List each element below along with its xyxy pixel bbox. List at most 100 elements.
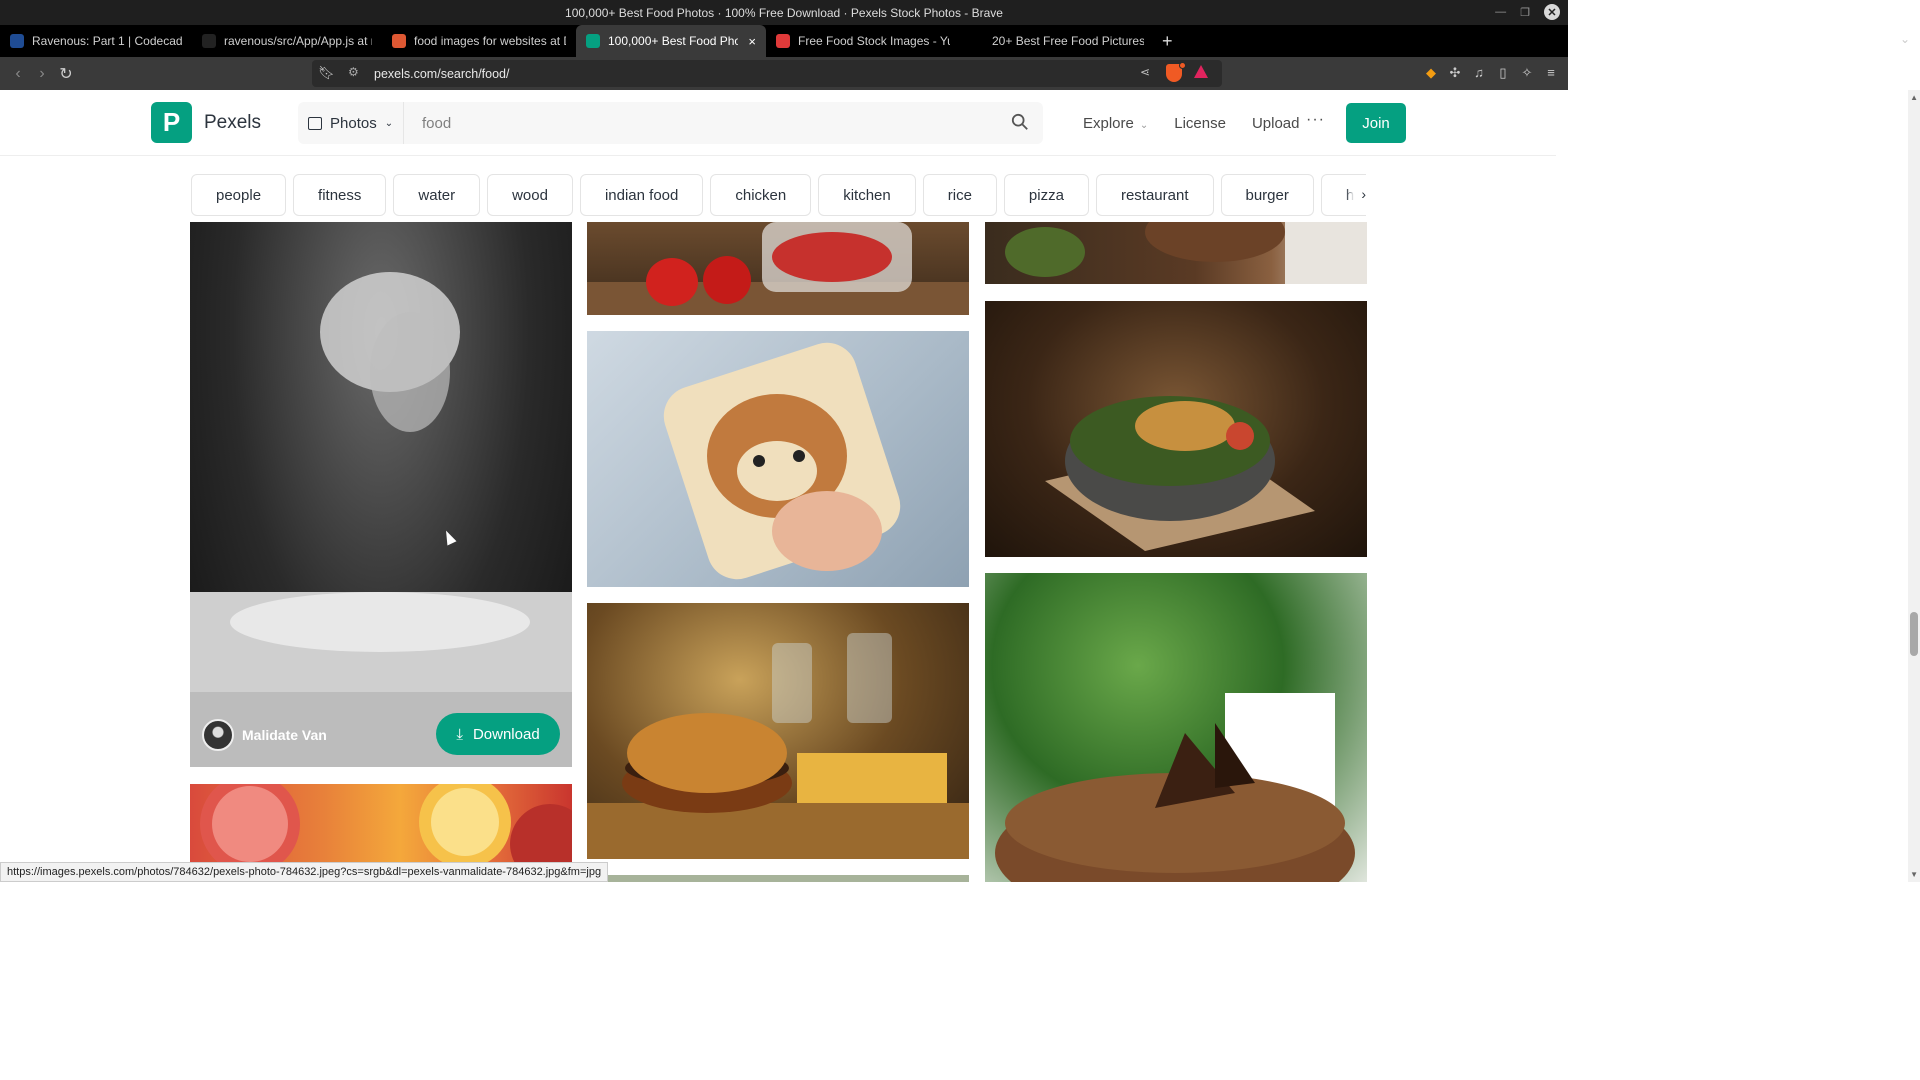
maximize-icon[interactable]: ❐ (1520, 6, 1530, 19)
explore-label: Explore (1083, 115, 1134, 132)
navigation-bar: ‹ › ↻ 🔖︎ ⚙︎ pexels.com/search/food/ ⋖ ◆ … (0, 57, 1568, 90)
pexels-logo[interactable]: P (151, 102, 192, 143)
burger-image (587, 633, 969, 859)
tab-title: food images for websites at Du (414, 34, 566, 48)
photo-flour-hands[interactable]: Malidate Van ⤓ Download (190, 222, 572, 767)
media-type-label: Photos (330, 114, 377, 132)
window-title: 100,000+ Best Food Photos · 100% Free Do… (565, 5, 1003, 20)
photo-strawberries[interactable] (587, 222, 969, 315)
site-info-icon[interactable]: ⚙︎ (348, 65, 359, 79)
tab-title: 100,000+ Best Food Photos (608, 34, 739, 48)
photo-herbs[interactable] (985, 222, 1367, 284)
status-bar-url: https://images.pexels.com/photos/784632/… (0, 862, 609, 882)
tab-1[interactable]: ravenous/src/App/App.js at mai (192, 25, 382, 57)
tab-list-icon[interactable]: ⌄ (1900, 32, 1910, 46)
tab-3[interactable]: 100,000+ Best Food Photos × (576, 25, 766, 57)
chevron-down-icon: ⌄ (1139, 120, 1149, 131)
chip-restaurant[interactable]: restaurant (1095, 174, 1214, 216)
avatar (202, 719, 234, 751)
search-bar: Photos ⌄ (298, 102, 1043, 144)
tab-title: 20+ Best Free Food Pictures on (992, 34, 1144, 48)
share-icon[interactable]: ⋖ (1140, 65, 1150, 79)
explore-link[interactable]: Explore ⌄ (1083, 115, 1148, 132)
menu-icon[interactable]: ≡ (1544, 65, 1558, 81)
address-bar[interactable]: 🔖︎ ⚙︎ pexels.com/search/food/ ⋖ (312, 60, 1222, 87)
herbs-image (1005, 222, 1367, 284)
tab-title: Free Food Stock Images - Yum Y (798, 34, 950, 48)
back-icon[interactable]: ‹ (6, 65, 30, 83)
web-page: P Pexels Photos ⌄ Explore ⌄ License Uploa… (0, 90, 1556, 882)
window-controls: — ❐ ✕ (1495, 4, 1560, 20)
blank-icon (970, 34, 984, 48)
header-nav: Explore ⌄ License Upload (1083, 115, 1326, 132)
download-button[interactable]: ⤓ Download (436, 713, 560, 755)
tab-title: Ravenous: Part 1 | Codecademy (32, 34, 182, 48)
codecademy-icon (10, 34, 24, 48)
download-label: Download (472, 725, 540, 743)
join-button[interactable]: Join (1346, 103, 1406, 143)
new-tab-icon[interactable]: + (1162, 31, 1173, 52)
photo-chocolate-cake[interactable] (985, 573, 1367, 882)
chip-water[interactable]: water (393, 174, 481, 216)
photographer-credit[interactable]: Malidate Van (202, 719, 327, 751)
metamask-icon[interactable]: ◆ (1424, 65, 1438, 81)
chip-people[interactable]: people (191, 174, 287, 216)
chip-rice[interactable]: rice (922, 174, 997, 216)
scroll-up-icon[interactable]: ▲ (1910, 93, 1918, 102)
photo-next[interactable] (587, 875, 969, 882)
scrollbar-thumb[interactable] (1910, 612, 1918, 656)
tab-5[interactable]: 20+ Best Free Food Pictures on (960, 25, 1154, 57)
brave-rewards-icon[interactable] (1194, 65, 1208, 78)
duckduckgo-icon (392, 34, 406, 48)
chip-chicken[interactable]: chicken (710, 174, 812, 216)
search-icon[interactable] (1011, 113, 1029, 131)
photo-burger[interactable] (587, 603, 969, 859)
minimize-icon[interactable]: — (1495, 6, 1506, 18)
media-type-dropdown[interactable]: Photos ⌄ (298, 102, 404, 144)
chip-fitness[interactable]: fitness (293, 174, 387, 216)
tab-strip: Ravenous: Part 1 | Codecademy ravenous/sr… (0, 25, 1568, 57)
sidebar-icon[interactable]: ▯ (1496, 65, 1510, 81)
chip-pizza[interactable]: pizza (1003, 174, 1089, 216)
photo-toast[interactable] (587, 331, 969, 587)
window-titlebar: 100,000+ Best Food Photos · 100% Free Do… (0, 0, 1568, 25)
photo-salad[interactable] (985, 301, 1367, 557)
chip-indian-food[interactable]: indian food (579, 174, 704, 216)
strawberries-image (587, 222, 969, 315)
page-scrollbar[interactable]: ▲ ▼ (1908, 90, 1920, 882)
extensions-icon[interactable]: ✣ (1448, 65, 1462, 81)
image-icon (308, 116, 322, 130)
logo-text[interactable]: Pexels (204, 112, 261, 134)
close-icon[interactable]: ✕ (1544, 4, 1560, 20)
tab-4[interactable]: Free Food Stock Images - Yum Y (766, 25, 960, 57)
chevron-right-icon[interactable]: › (1346, 186, 1366, 202)
forward-icon[interactable]: › (30, 65, 54, 83)
url-text[interactable]: pexels.com/search/food/ (374, 67, 510, 81)
flour-hands-image (190, 272, 572, 767)
upload-link[interactable]: Upload (1252, 115, 1300, 132)
github-icon (202, 34, 216, 48)
leo-ai-icon[interactable]: ✧ (1520, 65, 1534, 81)
bookmark-icon[interactable]: 🔖︎ (318, 65, 335, 81)
cake-image (995, 693, 1355, 882)
reload-icon[interactable]: ↻ (54, 64, 78, 84)
chip-wood[interactable]: wood (487, 174, 573, 216)
download-icon: ⤓ (456, 725, 463, 743)
more-menu-icon[interactable]: ··· (1306, 111, 1325, 129)
tab-0[interactable]: Ravenous: Part 1 | Codecademy (0, 25, 192, 57)
extension-icons: ◆ ✣ ♫ ▯ ✧ ≡ (1424, 65, 1558, 81)
chip-burger[interactable]: burger (1220, 174, 1314, 216)
site-header: P Pexels Photos ⌄ Explore ⌄ License Uploa… (0, 90, 1556, 156)
related-search-chips: people fitness water wood indian food chicken… (191, 174, 1366, 216)
salad-image (1045, 396, 1315, 551)
license-link[interactable]: License (1174, 115, 1226, 132)
chevron-down-icon: ⌄ (384, 117, 394, 129)
scroll-down-icon[interactable]: ▼ (1910, 870, 1918, 879)
tab-close-icon[interactable]: × (748, 34, 756, 49)
yumyum-icon (776, 34, 790, 48)
toast-image (663, 342, 901, 580)
chip-kitchen[interactable]: kitchen (818, 174, 916, 216)
media-icon[interactable]: ♫ (1472, 65, 1486, 81)
search-input[interactable] (412, 102, 992, 144)
tab-2[interactable]: food images for websites at Du (382, 25, 576, 57)
